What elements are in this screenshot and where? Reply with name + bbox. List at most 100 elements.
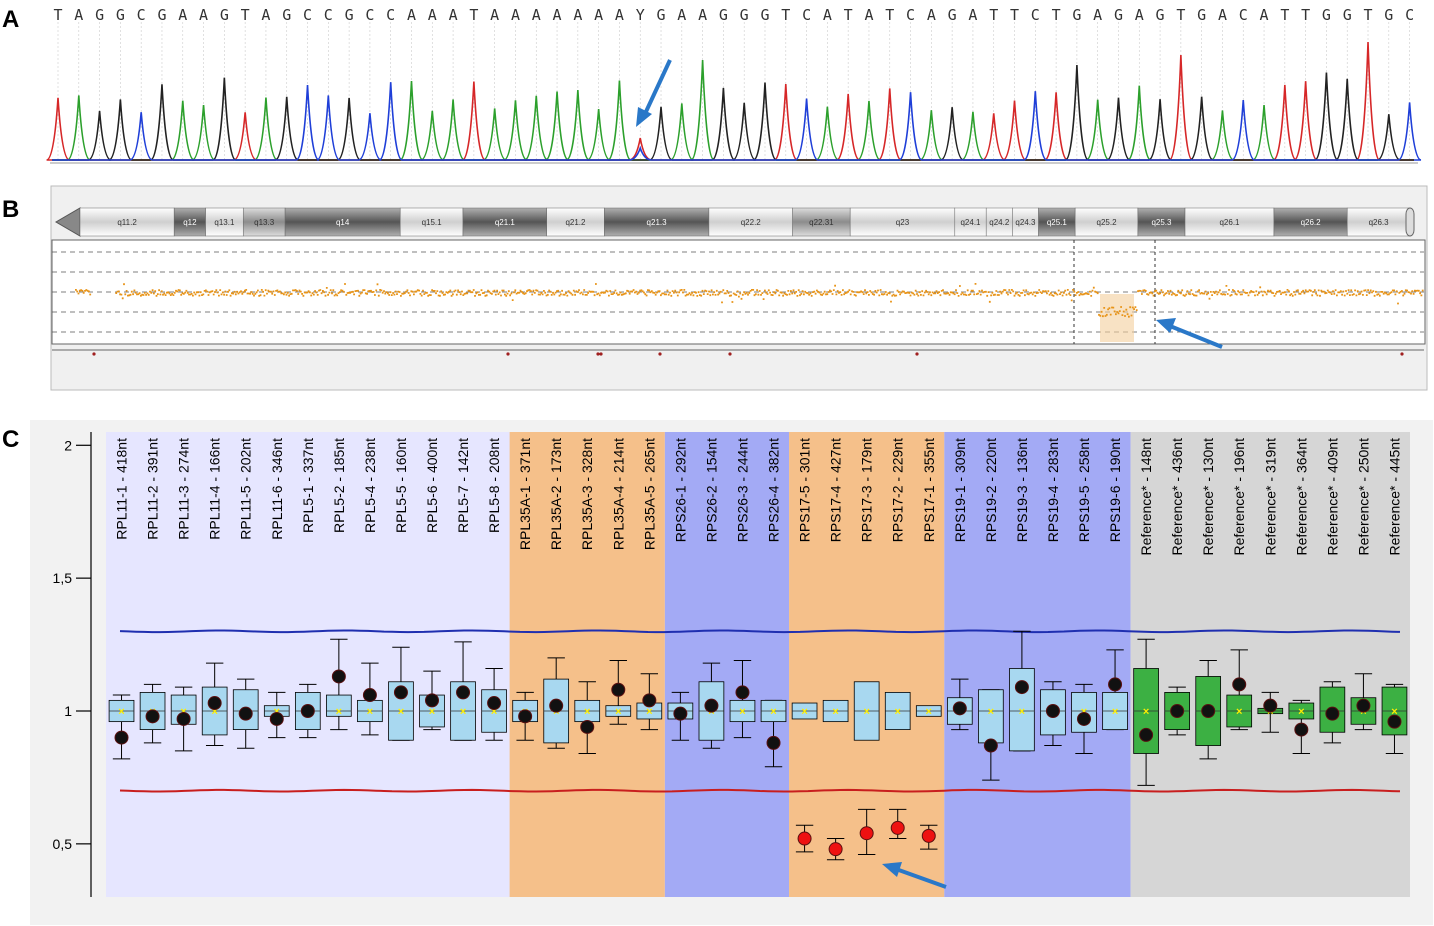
marker-dot [506, 352, 510, 356]
band-label: q24.1 [960, 218, 981, 227]
base-call: C [324, 6, 333, 24]
probe-label: RPS26-2 - 154nt [703, 438, 719, 542]
sample-ratio-dot [735, 685, 750, 700]
base-call: C [906, 6, 915, 24]
base-call: A [490, 6, 499, 24]
sample-ratio-dot [269, 711, 284, 726]
band-label: q13.3 [254, 218, 275, 227]
probe-label: RPS19-5 - 258nt [1076, 438, 1092, 542]
probe-label: RPL11-3 - 274nt [176, 438, 192, 540]
probe-label: RPL5-5 - 160nt [393, 438, 409, 533]
base-call: A [428, 6, 437, 24]
sample-ratio-dot [1045, 704, 1060, 718]
reference-marker: × [739, 706, 745, 718]
probe-label: RPS19-4 - 283nt [1045, 438, 1061, 542]
probe-label: RPL35A-1 - 371nt [517, 438, 533, 550]
reference-marker: × [894, 706, 900, 718]
probe-label: Reference* - 196nt [1231, 438, 1247, 556]
reference-marker: × [460, 706, 466, 718]
probe-label: RPL5-2 - 185nt [331, 438, 347, 533]
base-call: G [719, 6, 728, 24]
base-call: G [1156, 6, 1165, 24]
base-call: A [573, 6, 582, 24]
sample-ratio-dot [1356, 698, 1371, 713]
sample-ratio-dot [921, 828, 936, 843]
sample-ratio-dot [1014, 680, 1029, 695]
reference-marker: × [1236, 706, 1242, 718]
base-call: G [95, 6, 104, 24]
sequence-chromatogram: TAGGCGAAGTAGCCGCCAAATAAAAAAAYGAAGGGTCATA… [46, 0, 1422, 168]
probe-label: RPL5-7 - 142nt [455, 438, 471, 533]
sample-ratio-dot [1294, 722, 1309, 737]
sample-ratio-dot [393, 685, 408, 700]
base-call: A [261, 6, 270, 24]
band-label: q25.2 [1097, 218, 1118, 227]
probe-label: RPS17-5 - 301nt [797, 438, 813, 542]
base-call: T [885, 6, 894, 24]
base-call: A [199, 6, 208, 24]
base-call: G [220, 6, 229, 24]
band-label: q24.3 [1015, 218, 1036, 227]
band-label: q14 [336, 218, 350, 227]
base-call: A [178, 6, 187, 24]
base-call: A [864, 6, 873, 24]
base-call: A [698, 6, 707, 24]
base-call: G [948, 6, 957, 24]
base-call: A [407, 6, 416, 24]
probe-label: RPS26-3 - 244nt [734, 438, 750, 542]
base-call: G [1384, 6, 1393, 24]
deletion-highlight [1100, 294, 1134, 342]
base-call: T [989, 6, 998, 24]
band-label: q25.3 [1151, 218, 1172, 227]
marker-dot [92, 352, 96, 356]
base-call: C [1405, 6, 1414, 24]
base-call: T [781, 6, 790, 24]
base-call: T [53, 6, 62, 24]
probe-label: Reference* - 436nt [1169, 438, 1185, 556]
base-call: G [1343, 6, 1352, 24]
reference-marker: × [863, 706, 869, 718]
band-label: q13.1 [214, 218, 235, 227]
sample-ratio-dot [1387, 714, 1402, 729]
marker-dot [599, 352, 603, 356]
reference-marker: × [398, 706, 404, 718]
base-call: A [511, 6, 520, 24]
base-call: A [594, 6, 603, 24]
reference-marker: × [429, 706, 435, 718]
sample-ratio-dot [1077, 711, 1091, 726]
probe-label: RPS17-1 - 355nt [921, 438, 937, 542]
sample-ratio-dot [1108, 677, 1123, 692]
band-label: q26.2 [1301, 218, 1322, 227]
probe-label: Reference* - 250nt [1355, 438, 1371, 556]
sample-ratio-dot [828, 842, 843, 857]
sample-ratio-dot [859, 826, 874, 841]
probe-label: RPL35A-5 - 265nt [641, 438, 657, 550]
base-call: A [823, 6, 832, 24]
reference-marker: × [1143, 706, 1149, 718]
base-call: T [1301, 6, 1310, 24]
sample-ratio-dot [487, 696, 502, 711]
reference-marker: × [926, 706, 932, 718]
band-label: q26.3 [1369, 218, 1390, 227]
probe-label: RPL5-4 - 238nt [362, 438, 378, 533]
base-call: C [137, 6, 146, 24]
probe-box: × [294, 683, 321, 739]
y-tick-label: 2 [64, 437, 72, 453]
sample-ratio-dot [549, 698, 564, 713]
reference-marker: × [584, 706, 590, 718]
band-label: q15.1 [422, 218, 443, 227]
marker-dot [915, 352, 919, 356]
sample-ratio-dot [362, 688, 377, 703]
sample-ratio-dot [704, 698, 719, 713]
base-call: A [449, 6, 458, 24]
base-call: T [1280, 6, 1289, 24]
probe-label: Reference* - 130nt [1200, 438, 1216, 556]
reference-marker: × [1298, 706, 1304, 718]
sample-ratio-dot [952, 701, 967, 716]
sample-ratio-dot [797, 831, 812, 846]
base-call: T [1010, 6, 1019, 24]
marker-dot [1400, 352, 1404, 356]
base-call: C [365, 6, 374, 24]
base-call: G [760, 6, 769, 24]
sample-ratio-dot [1201, 704, 1216, 718]
